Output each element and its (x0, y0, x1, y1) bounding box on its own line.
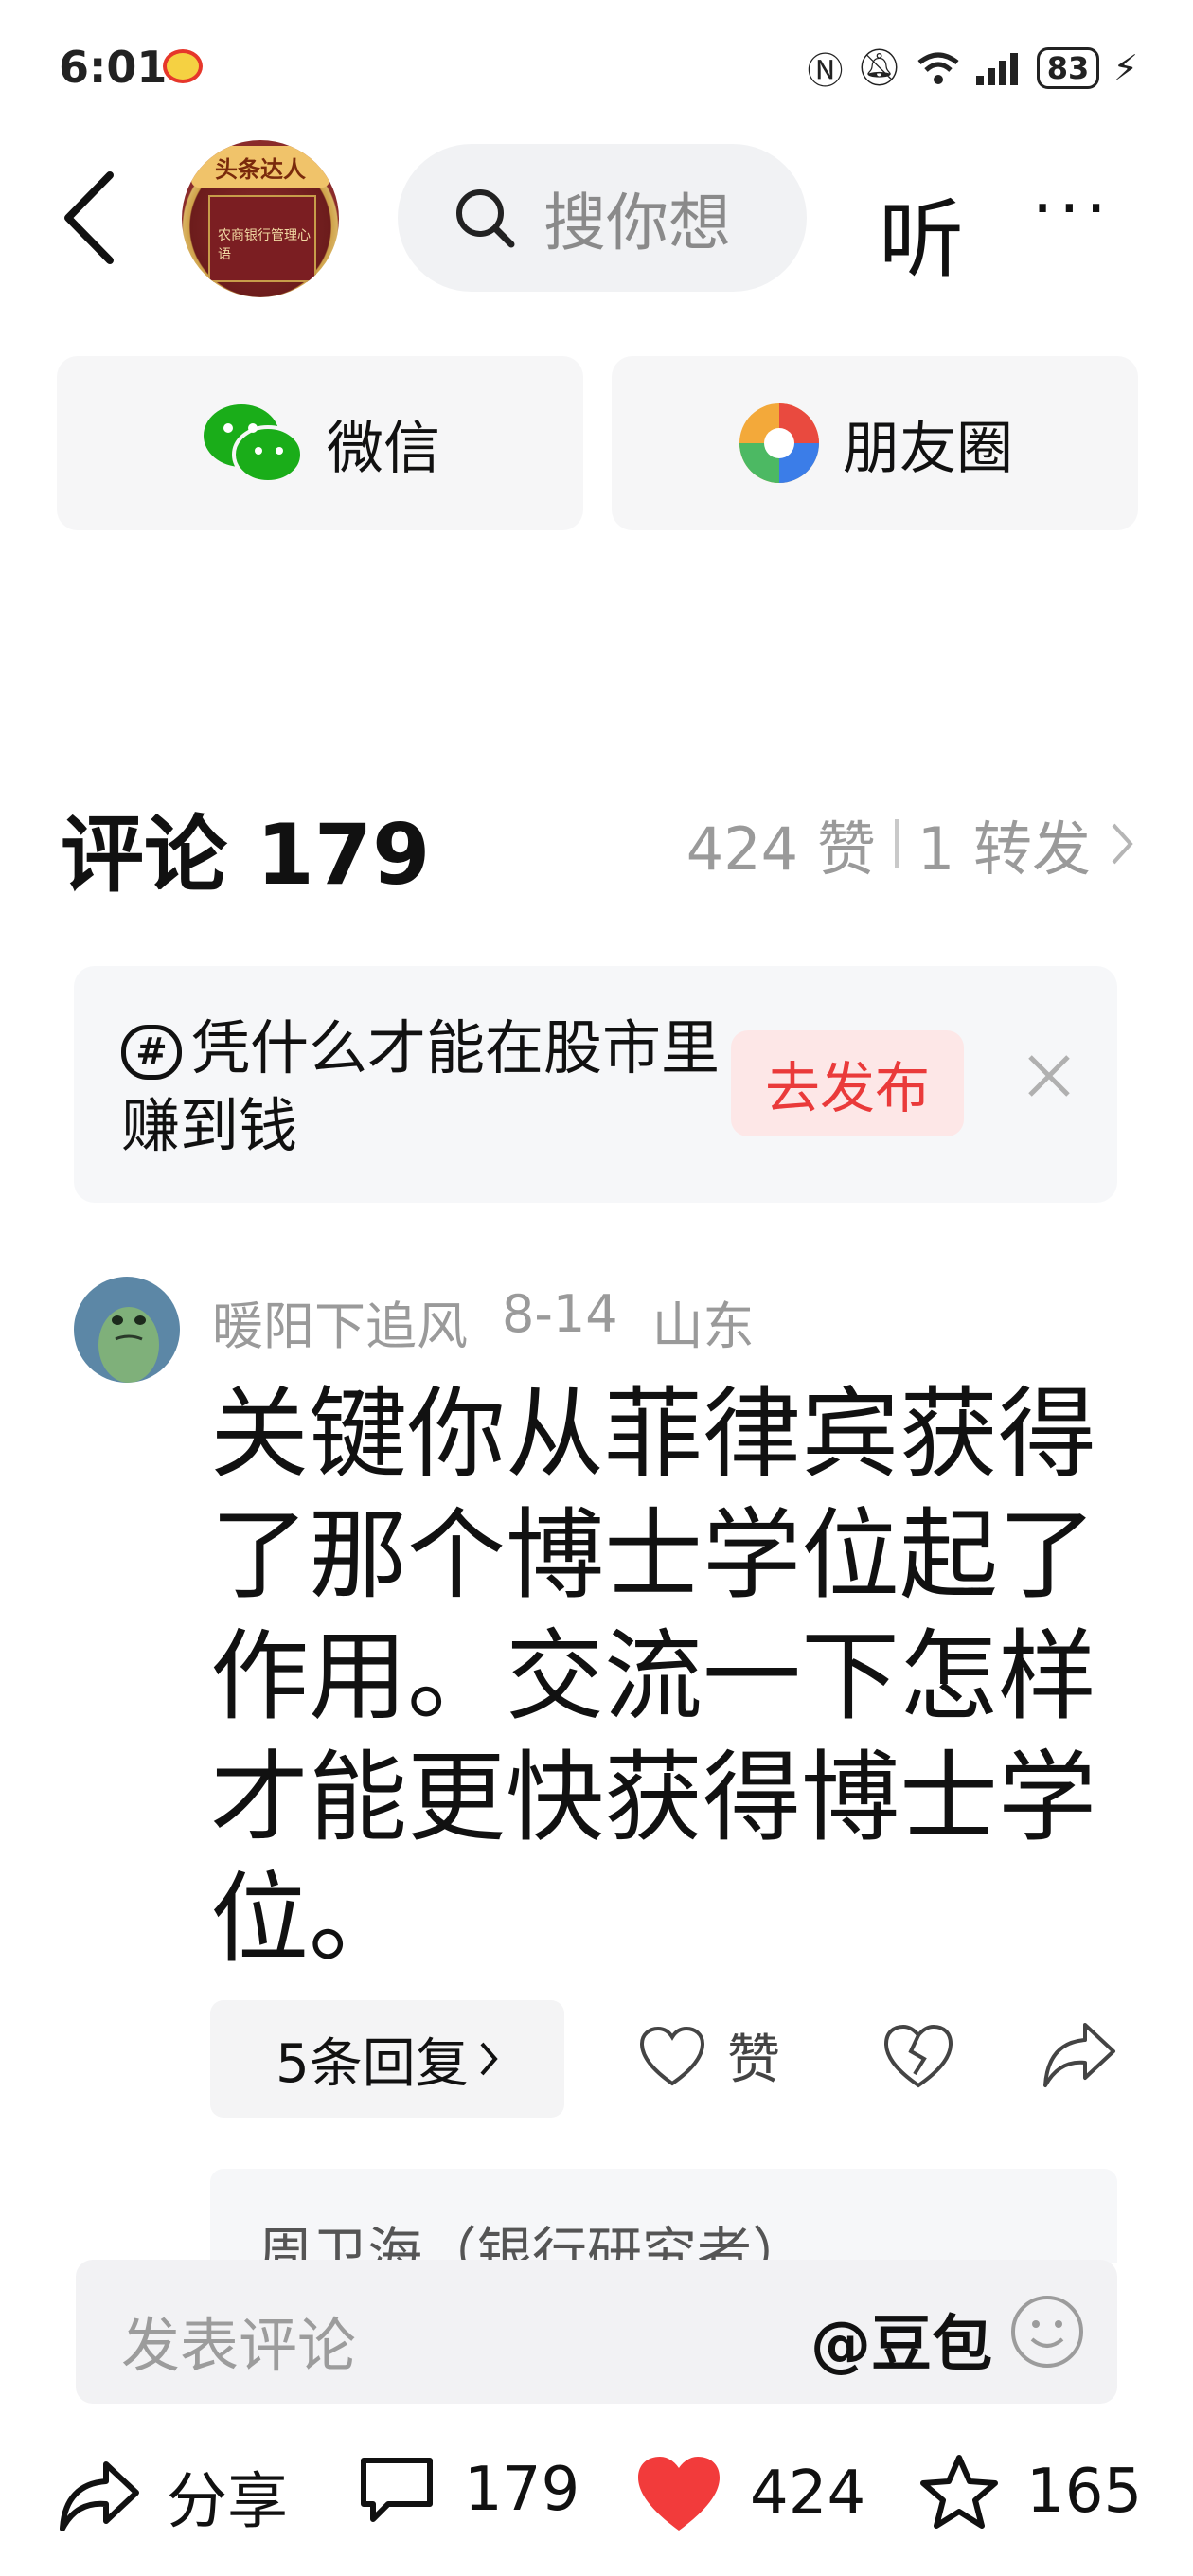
back-arrow-icon[interactable] (59, 166, 119, 270)
topic-banner: # 凭什么才能在股市里赚到钱 去发布 (74, 966, 1117, 1203)
chevron-right-icon (480, 2042, 498, 2076)
more-options-button[interactable]: ··· (1032, 175, 1113, 242)
mute-icon: 🔕︎ (856, 46, 902, 88)
listen-button[interactable]: 听 (879, 170, 964, 294)
topic-text-wrap[interactable]: # 凭什么才能在股市里赚到钱 (121, 1010, 727, 1165)
author-avatar[interactable]: 农商银行管理心语 头条达人 (182, 140, 339, 297)
likes-count: 424 赞 (686, 814, 876, 884)
forward-icon[interactable] (1042, 2019, 1117, 2091)
share-label: 分享 (167, 2467, 288, 2537)
battery-indicator: 83 (1036, 46, 1100, 89)
status-time: 6:01 (59, 42, 168, 93)
moments-label: 朋友圈 (843, 415, 1013, 482)
comment-like-label: 赞 (727, 2030, 780, 2091)
view-replies-button[interactable]: 5条回复 (210, 2000, 564, 2118)
chevron-right-icon (1112, 823, 1133, 865)
reply-preview-text: 周卫海（银行研究者） (258, 2221, 808, 2263)
forwards-count: 1 转发 (917, 814, 1091, 884)
star-icon (920, 2455, 998, 2529)
comment-input[interactable]: 发表评论 @豆包 (76, 2260, 1117, 2404)
hashtag-icon: # (121, 1024, 182, 1080)
share-moments-button[interactable]: 朋友圈 (612, 356, 1138, 530)
comments-title: 评论 179 (61, 806, 431, 903)
moments-icon (739, 403, 819, 483)
comment-location: 山东 (651, 1297, 755, 1356)
comment-date: 8-14 (502, 1284, 618, 1344)
avatar-book-cover: 农商银行管理心语 (208, 195, 316, 282)
comment-username[interactable]: 暖阳下追风 (212, 1284, 468, 1359)
comment-body[interactable]: 关键你从菲律宾获得了那个博士学位起了作用。交流一下怎样才能更快获得博士学位。 (210, 1373, 1119, 1979)
publish-button[interactable]: 去发布 (731, 1030, 964, 1136)
share-arrow-icon (60, 2461, 139, 2531)
comments-button[interactable]: 179 (356, 2453, 579, 2527)
close-icon[interactable] (1021, 1047, 1077, 1104)
heart-outline-icon (639, 2026, 705, 2085)
comment-like-button[interactable]: 赞 (638, 2017, 780, 2094)
avatar-badge: 头条达人 (191, 146, 329, 188)
comments-stats[interactable]: 424 赞 1 转发 (686, 801, 1134, 886)
search-bar[interactable]: 搜你想 (398, 144, 807, 292)
comment-input-placeholder: 发表评论 (121, 2311, 357, 2380)
favorite-button[interactable]: 165 (918, 2453, 1142, 2531)
comment-bubble-icon (361, 2458, 433, 2522)
reply-preview[interactable]: 周卫海（银行研究者） (210, 2169, 1117, 2263)
search-placeholder: 搜你想 (543, 187, 731, 259)
comment-meta: 暖阳下追风 8-14 山东 (212, 1284, 755, 1359)
charging-icon: ⚡ (1113, 46, 1138, 89)
share-wechat-button[interactable]: 微信 (57, 356, 583, 530)
like-count: 424 (750, 2459, 866, 2529)
favorite-count: 165 (1026, 2457, 1143, 2527)
search-icon (456, 189, 515, 248)
like-button[interactable]: 424 (634, 2453, 865, 2534)
wifi-icon (917, 52, 959, 84)
nfc-icon: Ⓝ (807, 50, 844, 92)
heart-filled-icon (638, 2457, 720, 2531)
broken-heart-icon[interactable] (882, 2019, 954, 2091)
comment-count: 179 (464, 2455, 580, 2525)
replies-label: 5条回复 (276, 2032, 469, 2095)
mention-doubao-button[interactable]: @豆包 (810, 2296, 992, 2383)
avatar-book-title: 农商银行管理心语 (218, 228, 311, 262)
bottom-action-bar: 分享 179 424 165 (0, 2424, 1193, 2576)
share-button[interactable]: 分享 (59, 2453, 288, 2540)
frog-avatar-icon (98, 1307, 159, 1383)
topic-text: 凭什么才能在股市里赚到钱 (121, 1013, 721, 1160)
wechat-label: 微信 (327, 415, 440, 482)
emoji-icon[interactable] (1009, 2294, 1085, 2370)
commenter-avatar[interactable] (74, 1277, 180, 1383)
wechat-icon (204, 404, 304, 484)
signal-icon (975, 52, 1018, 85)
weibo-notification-icon (163, 49, 203, 83)
status-icons: Ⓝ 🔕︎ 83 ⚡ (808, 42, 1138, 94)
stats-divider (894, 819, 899, 868)
